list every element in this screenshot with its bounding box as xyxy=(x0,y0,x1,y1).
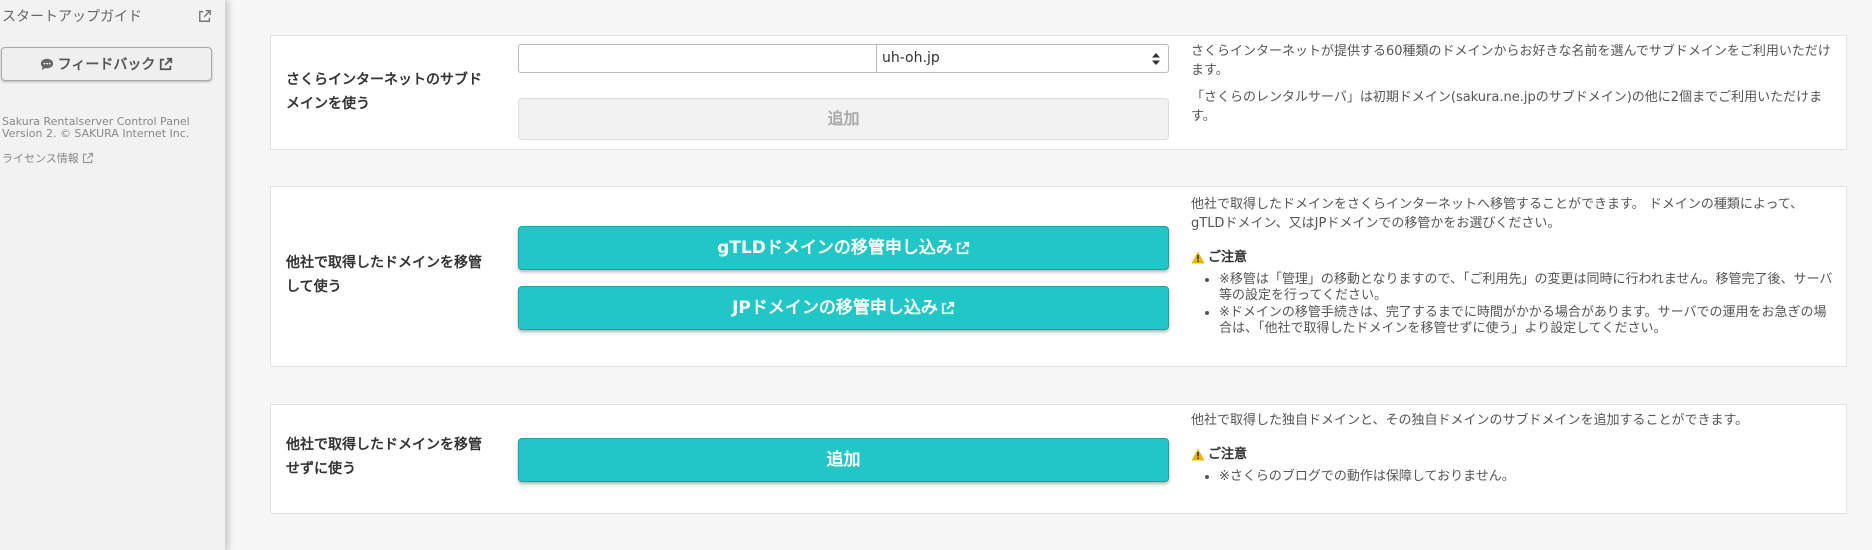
jp-transfer-button[interactable]: JPドメインの移管申し込み xyxy=(518,286,1169,330)
gtld-transfer-button[interactable]: gTLDドメインの移管申し込み xyxy=(518,226,1169,270)
list-item: ※さくらのブログでの動作は保障しておりません。 xyxy=(1219,469,1836,485)
external-link-icon xyxy=(198,9,212,23)
startup-guide-label: スタートアップガイド xyxy=(2,9,142,25)
gtld-transfer-label: gTLDドメインの移管申し込み xyxy=(717,238,953,258)
external-link-icon xyxy=(159,57,173,71)
desc-text: 他社で取得したドメインをさくらインターネットへ移管することができます。 ドメイン… xyxy=(1191,197,1804,231)
startup-guide-link[interactable]: スタートアップガイド xyxy=(2,6,212,26)
caution-list: ※さくらのブログでの動作は保障しておりません。 xyxy=(1191,469,1836,485)
caution-title: ご注意 xyxy=(1208,250,1248,265)
desc-text-2: 「さくらのレンタルサーバ」は初期ドメイン(sakura.ne.jpのサブドメイン… xyxy=(1191,90,1823,124)
add-external-domain-button[interactable]: 追加 xyxy=(518,438,1169,482)
feedback-button[interactable]: フィードバック xyxy=(1,47,212,81)
version-info: Sakura Rentalserver Control Panel Versio… xyxy=(2,116,217,140)
panel-description: 他社で取得した独自ドメインと、その独自ドメインのサブドメインを追加することができ… xyxy=(1191,411,1836,486)
add-subdomain-button[interactable]: 追加 xyxy=(518,98,1169,140)
domain-select-value: uh-oh.jp xyxy=(882,50,940,66)
desc-text-1: さくらインターネットが提供する60種類のドメインからお好きな名前を選んでサブドメ… xyxy=(1191,44,1831,78)
select-arrows-icon xyxy=(1152,52,1160,66)
external-link-icon xyxy=(956,241,970,255)
domain-select[interactable]: uh-oh.jp xyxy=(876,44,1169,73)
desc-text: 他社で取得した独自ドメインと、その独自ドメインのサブドメインを追加することができ… xyxy=(1191,413,1749,428)
caution-title: ご注意 xyxy=(1208,447,1248,462)
panel-description: さくらインターネットが提供する60種類のドメインからお好きな名前を選んでサブドメ… xyxy=(1191,42,1836,134)
sidebar: スタートアップガイド フィードバック Sakura Rentalserver C… xyxy=(0,0,226,550)
jp-transfer-label: JPドメインの移管申し込み xyxy=(732,298,938,318)
warning-icon xyxy=(1191,448,1205,461)
feedback-label: フィードバック xyxy=(57,57,156,73)
subdomain-input[interactable] xyxy=(518,44,876,73)
external-link-icon xyxy=(941,301,955,315)
caution-heading: ご注意 xyxy=(1191,445,1836,464)
domain-transfer-panel: 他社で取得したドメインを移管して使う gTLDドメインの移管申し込み JPドメイ… xyxy=(270,186,1847,367)
warning-icon xyxy=(1191,251,1205,264)
sakura-subdomain-panel: さくらインターネットのサブドメインを使う uh-oh.jp 追加 さくらインター… xyxy=(270,35,1847,150)
license-link[interactable]: ライセンス情報 xyxy=(2,150,94,166)
chat-bubble-icon xyxy=(40,57,54,71)
panel-description: 他社で取得したドメインをさくらインターネットへ移管することができます。 ドメイン… xyxy=(1191,195,1836,338)
caution-list: ※移管は「管理」の移動となりますので、「ご利用先」の変更は同時に行われません。移… xyxy=(1191,272,1836,337)
external-link-icon xyxy=(82,152,94,164)
license-label: ライセンス情報 xyxy=(2,152,79,165)
panel-label: 他社で取得したドメインを移管して使う xyxy=(286,255,482,295)
caution-heading: ご注意 xyxy=(1191,248,1836,267)
list-item: ※ドメインの移管手続きは、完了するまでに時間がかかる場合があります。サーバでの運… xyxy=(1219,305,1836,337)
version-line-2: Version 2. © SAKURA Internet Inc. xyxy=(2,127,190,140)
external-domain-panel: 他社で取得したドメインを移管せずに使う 追加 他社で取得した独自ドメインと、その… xyxy=(270,404,1847,514)
list-item: ※移管は「管理」の移動となりますので、「ご利用先」の変更は同時に行われません。移… xyxy=(1219,272,1836,304)
panel-label: さくらインターネットのサブドメインを使う xyxy=(286,72,482,112)
panel-label: 他社で取得したドメインを移管せずに使う xyxy=(286,437,482,477)
